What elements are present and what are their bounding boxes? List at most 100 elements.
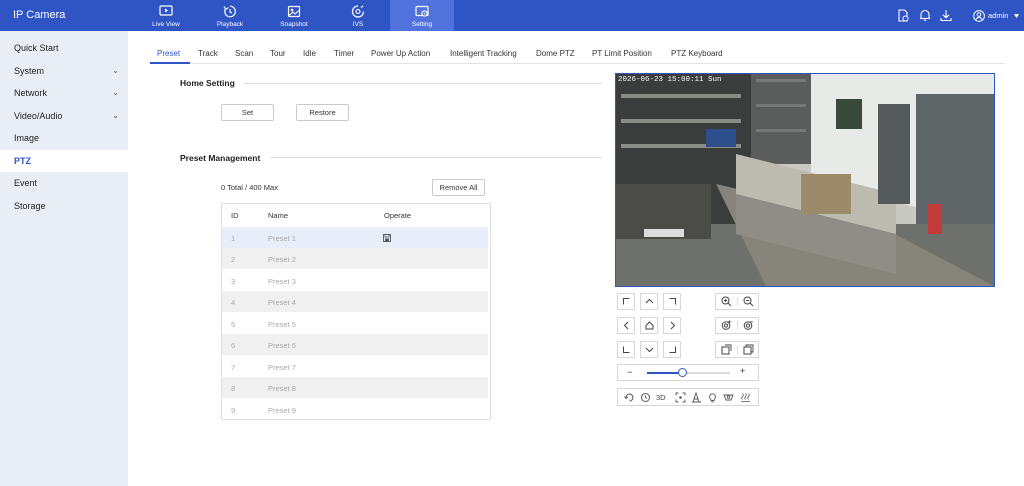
sidebar-item-label: PTZ bbox=[14, 156, 31, 166]
table-row[interactable]: 1 Preset 1 bbox=[222, 227, 488, 248]
user-menu[interactable]: admin bbox=[970, 8, 1020, 23]
3d-positioning-button[interactable]: 3D bbox=[656, 392, 670, 403]
zoom-out-button[interactable] bbox=[738, 294, 759, 309]
zoom-in-icon bbox=[721, 296, 732, 307]
preset-id: 3 bbox=[231, 277, 236, 286]
table-row[interactable]: 4 Preset 4 bbox=[222, 291, 488, 312]
tilt-down-button[interactable] bbox=[640, 341, 658, 358]
preset-name: Preset 3 bbox=[268, 277, 296, 286]
tab-timer[interactable]: Timer bbox=[334, 49, 354, 58]
tab-idle[interactable]: Idle bbox=[303, 49, 316, 58]
frame-focus-icon bbox=[675, 392, 686, 403]
restore-button[interactable]: Restore bbox=[296, 104, 349, 121]
arrow-down-icon bbox=[645, 347, 654, 353]
pan-up-left-button[interactable] bbox=[617, 293, 635, 310]
table-row[interactable]: 7 Preset 7 bbox=[222, 356, 488, 377]
sidebar-item-label: Storage bbox=[14, 201, 46, 211]
sidebar-item-event[interactable]: Event bbox=[0, 172, 128, 194]
preset-count: 0 Total / 400 Max bbox=[221, 183, 278, 192]
tab-dome-ptz[interactable]: Dome PTZ bbox=[536, 49, 575, 58]
sidebar-item-ptz[interactable]: PTZ bbox=[0, 150, 128, 172]
heater-button[interactable] bbox=[740, 392, 751, 403]
camera-live-view[interactable]: 2026-06-23 15:00:11 Sun bbox=[615, 73, 995, 287]
bell-icon[interactable] bbox=[919, 9, 931, 22]
tab-preset[interactable]: Preset bbox=[157, 49, 180, 58]
tilt-up-button[interactable] bbox=[640, 293, 658, 310]
sidebar-item-label: Event bbox=[14, 178, 38, 188]
preset-name: Preset 2 bbox=[268, 255, 296, 264]
lens-init-button[interactable] bbox=[723, 392, 734, 403]
remove-all-button[interactable]: Remove All bbox=[432, 179, 485, 196]
wiper-button[interactable] bbox=[640, 392, 651, 403]
divider bbox=[271, 157, 602, 158]
preset-id: 1 bbox=[231, 234, 236, 243]
flag-icon bbox=[692, 392, 701, 403]
nav-playback[interactable]: Playback bbox=[198, 0, 262, 31]
set-button[interactable]: Set bbox=[221, 104, 274, 121]
preset-id: 4 bbox=[231, 298, 236, 307]
pan-up-right-button[interactable] bbox=[663, 293, 681, 310]
table-row[interactable]: 3 Preset 3 bbox=[222, 270, 488, 291]
sidebar-item-storage[interactable]: Storage bbox=[0, 195, 128, 217]
mark-button[interactable] bbox=[691, 392, 702, 403]
nav-snapshot[interactable]: Snapshot bbox=[262, 0, 326, 31]
active-tab-indicator bbox=[150, 62, 190, 64]
speed-increase-button[interactable]: + bbox=[740, 366, 745, 376]
nav-setting[interactable]: Setting bbox=[390, 0, 454, 31]
nav-label: Setting bbox=[411, 21, 433, 28]
table-row[interactable]: 9 Preset 9 bbox=[222, 399, 488, 420]
iris-close-button[interactable] bbox=[738, 342, 759, 357]
focus-far-button[interactable] bbox=[738, 318, 759, 333]
preset-id: 7 bbox=[231, 363, 236, 372]
camera-scene bbox=[616, 74, 994, 286]
preset-id: 2 bbox=[231, 255, 236, 264]
sidebar-item-quick-start[interactable]: Quick Start bbox=[0, 37, 128, 59]
region-focus-button[interactable] bbox=[675, 392, 686, 403]
column-name: Name bbox=[268, 211, 289, 220]
save-icon[interactable] bbox=[383, 234, 391, 242]
focus-control bbox=[715, 317, 759, 334]
speed-handle[interactable] bbox=[678, 368, 687, 377]
tab-power-up-action[interactable]: Power Up Action bbox=[371, 49, 430, 58]
sidebar-item-system[interactable]: System ⌄ bbox=[0, 60, 128, 82]
tab-pt-limit-position[interactable]: PT Limit Position bbox=[592, 49, 652, 58]
light-button[interactable] bbox=[707, 392, 718, 403]
nav-ivs[interactable]: IVS bbox=[326, 0, 390, 31]
pan-right-button[interactable] bbox=[663, 317, 681, 334]
iris-open-button[interactable] bbox=[716, 342, 737, 357]
home-position-button[interactable] bbox=[640, 317, 658, 334]
pan-left-button[interactable] bbox=[617, 317, 635, 334]
auto-pan-button[interactable] bbox=[624, 392, 635, 403]
lens-icon bbox=[723, 394, 734, 401]
sidebar-item-video-audio[interactable]: Video/Audio ⌄ bbox=[0, 105, 128, 127]
table-row[interactable]: 6 Preset 6 bbox=[222, 334, 488, 355]
speed-decrease-button[interactable]: − bbox=[627, 367, 632, 377]
table-row[interactable]: 8 Preset 8 bbox=[222, 377, 488, 398]
nav-live-view[interactable]: Live View bbox=[134, 0, 198, 31]
zoom-in-button[interactable] bbox=[716, 294, 737, 309]
tab-scan[interactable]: Scan bbox=[235, 49, 253, 58]
focus-near-button[interactable] bbox=[716, 318, 737, 333]
download-icon[interactable] bbox=[940, 9, 952, 22]
tab-track[interactable]: Track bbox=[198, 49, 218, 58]
tab-tour[interactable]: Tour bbox=[270, 49, 286, 58]
pan-down-left-button[interactable] bbox=[617, 341, 635, 358]
chevron-down-icon: ⌄ bbox=[112, 66, 119, 75]
sidebar-item-network[interactable]: Network ⌄ bbox=[0, 82, 128, 104]
column-operate: Operate bbox=[384, 211, 412, 220]
tab-intelligent-tracking[interactable]: Intelligent Tracking bbox=[450, 49, 517, 58]
table-row[interactable]: 2 Preset 2 bbox=[222, 248, 488, 269]
ivs-icon bbox=[351, 5, 365, 18]
tab-ptz-keyboard[interactable]: PTZ Keyboard bbox=[671, 49, 723, 58]
table-row[interactable]: 5 Preset 5 bbox=[222, 313, 488, 334]
focus-far-icon bbox=[743, 321, 753, 330]
sidebar-item-label: Network bbox=[14, 88, 48, 98]
preset-name: Preset 7 bbox=[268, 363, 296, 372]
document-icon[interactable] bbox=[897, 9, 909, 22]
preset-name: Preset 8 bbox=[268, 384, 296, 393]
camera-osd-timestamp: 2026-06-23 15:00:11 Sun bbox=[618, 76, 722, 84]
speed-fill bbox=[647, 372, 682, 374]
preset-name: Preset 4 bbox=[268, 298, 296, 307]
pan-down-right-button[interactable] bbox=[663, 341, 681, 358]
sidebar-item-image[interactable]: Image bbox=[0, 127, 128, 149]
